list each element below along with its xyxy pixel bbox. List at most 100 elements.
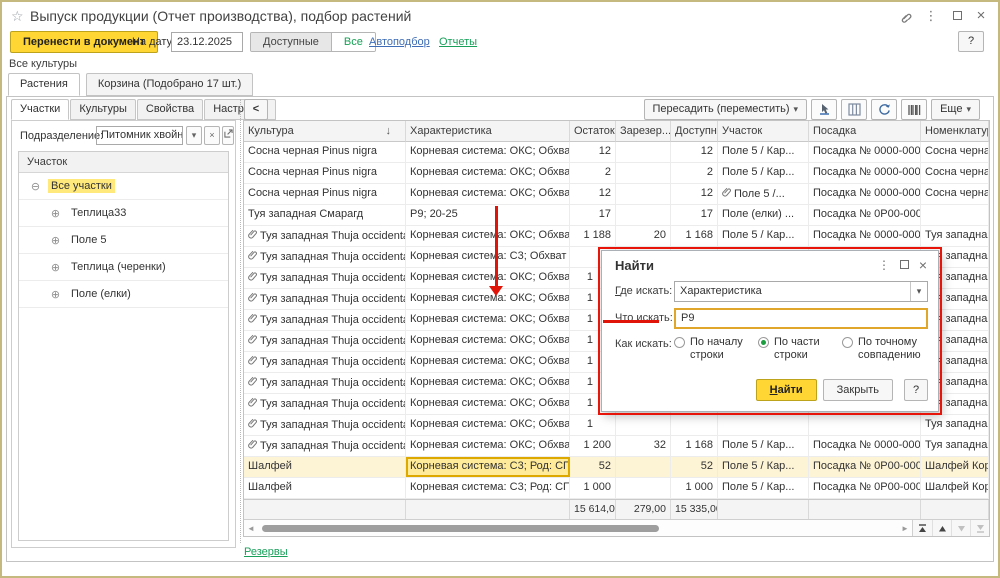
- nav-up-button[interactable]: [932, 520, 951, 536]
- cell-harakteristika: Корневая система: С3; Род: СП: [406, 478, 570, 498]
- favorite-star-icon[interactable]: ☆: [11, 8, 24, 25]
- barcode-button[interactable]: [901, 99, 927, 120]
- tree-label: Поле (елки): [68, 287, 134, 301]
- table-row[interactable]: ШалфейКорневая система: С3; Род: СП5252П…: [244, 457, 989, 478]
- table-row[interactable]: Туя западная Thuja occidentalis ...Корне…: [244, 436, 989, 457]
- go-top-icon: [918, 524, 927, 533]
- left-tab-2[interactable]: Свойства: [137, 99, 203, 120]
- find-button[interactable]: Найти: [756, 379, 817, 401]
- link-icon[interactable]: [896, 7, 914, 25]
- cell-kultura: Сосна черная Pinus nigra: [244, 163, 406, 183]
- tree-row[interactable]: ⊕Теплица (черенки): [19, 254, 228, 281]
- panel-splitter[interactable]: [240, 99, 241, 543]
- what-input[interactable]: P9: [674, 308, 928, 329]
- header-cell[interactable]: Участок: [718, 121, 809, 142]
- cell-dostupno: 1 000: [671, 478, 718, 498]
- table-row[interactable]: Туя западная Thuja occidentalis ...Корне…: [244, 226, 989, 247]
- expand-icon[interactable]: ⊕: [49, 207, 62, 220]
- table-row[interactable]: Сосна черная Pinus nigraКорневая система…: [244, 142, 989, 163]
- radio-option-0[interactable]: По началу строки: [674, 336, 756, 362]
- cell-posadka: Посадка № 0Р00-00009...: [809, 205, 921, 225]
- cell-zarezervirovano: [616, 415, 671, 435]
- cell-uchastok: Поле 5 / Кар...: [718, 478, 809, 498]
- reports-link[interactable]: Отчеты: [439, 36, 477, 48]
- radio-label: По началу строки: [690, 336, 756, 362]
- radio-checked-icon[interactable]: [758, 337, 769, 348]
- radio-option-2[interactable]: По точному совпадению: [842, 336, 924, 362]
- refresh-button[interactable]: [871, 99, 897, 120]
- tree-label: Теплица33: [68, 206, 129, 220]
- back-button[interactable]: <: [244, 99, 268, 120]
- reserves-link[interactable]: Резервы: [244, 546, 288, 558]
- date-input[interactable]: [171, 32, 243, 52]
- header-cell[interactable]: Остаток: [570, 121, 616, 142]
- header-cell[interactable]: Характеристика: [406, 121, 570, 142]
- table-row[interactable]: Сосна черная Pinus nigraКорневая система…: [244, 184, 989, 205]
- close-icon[interactable]: ×: [972, 7, 990, 25]
- cell-kultura: Туя западная Thuja occidentalis ...: [244, 331, 406, 351]
- expand-icon[interactable]: ⊕: [49, 288, 62, 301]
- expand-icon[interactable]: ⊕: [49, 261, 62, 274]
- scroll-right-icon[interactable]: ►: [898, 524, 912, 533]
- cell-kultura: Сосна черная Pinus nigra: [244, 142, 406, 162]
- more-button[interactable]: Еще▾: [931, 99, 980, 120]
- columns-button[interactable]: [841, 99, 867, 120]
- cell-posadka: Посадка № 0000-0000...: [809, 226, 921, 246]
- cell-kultura: Туя западная Thuja occidentalis ...: [244, 415, 406, 435]
- tab-plants[interactable]: Растения: [8, 73, 80, 96]
- autopick-link[interactable]: Автоподбор: [369, 36, 430, 48]
- header-cell[interactable]: Зарезер...: [616, 121, 671, 142]
- replant-button[interactable]: Пересадить (переместить)▾: [644, 99, 808, 120]
- where-select[interactable]: Характеристика ▾: [674, 281, 928, 302]
- header-cell[interactable]: Номенклатура: [921, 121, 989, 142]
- header-cell[interactable]: Доступно: [671, 121, 718, 142]
- tree-row[interactable]: ⊕ Поле (елки): [19, 281, 228, 308]
- tree-row[interactable]: ⊕ Теплица33: [19, 200, 228, 227]
- radio-icon[interactable]: [674, 337, 685, 348]
- paperclip-icon: [248, 334, 257, 345]
- subdivision-input[interactable]: Питомник хвойные: [96, 126, 183, 145]
- cell-kultura: Туя западная Thuja occidentalis ...: [244, 268, 406, 288]
- hand-pick-button[interactable]: [811, 99, 837, 120]
- dialog-maximize-icon[interactable]: [896, 257, 912, 273]
- tree-row[interactable]: ⊕Поле 5: [19, 227, 228, 254]
- expand-icon[interactable]: ⊕: [49, 234, 62, 247]
- radio-option-1[interactable]: По части строки: [758, 336, 840, 362]
- nav-last-button[interactable]: [970, 520, 989, 536]
- scroll-left-icon[interactable]: ◄: [244, 524, 258, 533]
- header-cell[interactable]: Посадка: [809, 121, 921, 142]
- clear-icon[interactable]: ×: [204, 126, 220, 145]
- cell-nomenklatura: [921, 205, 989, 225]
- tree-row[interactable]: ⊖Все участки: [19, 173, 228, 200]
- maximize-icon[interactable]: [948, 7, 966, 25]
- nav-down-button[interactable]: [951, 520, 970, 536]
- header-cell[interactable]: Культура↓: [244, 121, 406, 142]
- left-tab-0[interactable]: Участки: [11, 99, 69, 120]
- table-row[interactable]: Сосна черная Pinus nigraКорневая система…: [244, 163, 989, 184]
- cell-ostatok: 12: [570, 184, 616, 204]
- chevron-down-icon: ▾: [794, 104, 799, 114]
- table-row[interactable]: Туя западная Thuja occidentalis ...Корне…: [244, 415, 989, 436]
- dialog-menu-icon[interactable]: ⋮: [876, 257, 892, 273]
- help-button[interactable]: ?: [958, 31, 984, 52]
- dialog-help-button[interactable]: ?: [904, 379, 928, 401]
- table-row[interactable]: ШалфейКорневая система: С3; Род: СП1 000…: [244, 478, 989, 499]
- close-button[interactable]: Закрыть: [823, 379, 893, 401]
- left-tab-1[interactable]: Культуры: [70, 99, 136, 120]
- nav-first-button[interactable]: [913, 520, 932, 536]
- collapse-icon[interactable]: ⊖: [29, 180, 42, 193]
- scroll-track[interactable]: [258, 523, 898, 534]
- open-icon[interactable]: [222, 126, 234, 145]
- total-cell: [921, 500, 989, 519]
- radio-icon[interactable]: [842, 337, 853, 348]
- dialog-close-icon[interactable]: ×: [915, 257, 931, 273]
- menu-dots-icon[interactable]: ⋮: [922, 7, 940, 25]
- segment-available[interactable]: Доступные: [251, 33, 331, 51]
- hscrollbar[interactable]: ◄ ►: [244, 519, 989, 536]
- tree-header[interactable]: Участок: [19, 152, 228, 173]
- tab-basket[interactable]: Корзина (Подобрано 17 шт.): [86, 73, 253, 96]
- table-row[interactable]: Туя западная СмарагдP9; 20-251717Поле (е…: [244, 205, 989, 226]
- scroll-thumb[interactable]: [262, 525, 659, 532]
- chevron-down-icon[interactable]: ▾: [910, 282, 927, 301]
- chevron-down-icon[interactable]: ▾: [186, 126, 202, 145]
